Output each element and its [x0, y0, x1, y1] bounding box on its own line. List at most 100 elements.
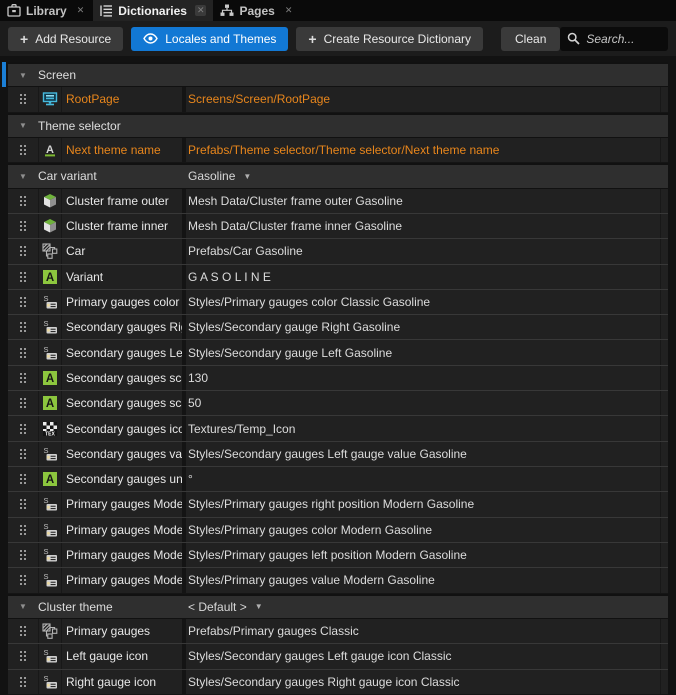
table-row[interactable]: ASecondary gauges un°	[8, 467, 668, 492]
drag-handle[interactable]	[8, 677, 38, 687]
resource-value[interactable]: 130	[182, 366, 660, 390]
resource-name: Secondary gauges sca	[62, 396, 182, 410]
section-header-cluster-theme[interactable]: ▼Cluster theme< Default >▼	[8, 594, 668, 619]
tab-label: Library	[26, 4, 67, 18]
table-row[interactable]: RootPageScreens/Screen/RootPage	[8, 87, 668, 112]
drag-handle[interactable]	[8, 373, 38, 383]
resource-name: Secondary gauges val	[62, 447, 182, 461]
table-row[interactable]: SPrimary gauges colorStyles/Primary gaug…	[8, 290, 668, 315]
collapse-triangle-icon[interactable]: ▼	[8, 121, 38, 130]
resource-value[interactable]: G A S O L I N E	[182, 265, 660, 289]
drag-handle[interactable]	[8, 145, 38, 155]
section-title: Theme selector	[38, 119, 121, 133]
table-row[interactable]: AVariantG A S O L I N E	[8, 265, 668, 290]
table-row[interactable]: S Left gauge iconStyles/Secondary gauges …	[8, 644, 668, 669]
drag-dots-icon	[20, 499, 26, 509]
string-icon: A	[38, 366, 62, 390]
drag-handle[interactable]	[8, 474, 38, 484]
resource-value[interactable]: Styles/Primary gauges left position Mode…	[182, 543, 660, 567]
table-row[interactable]: SRight gauge iconStyles/Secondary gauges…	[8, 670, 668, 695]
svg-text:S: S	[44, 294, 49, 303]
table-row[interactable]: SSecondary gauges LefStyles/Secondary ga…	[8, 340, 668, 365]
tab-library[interactable]: Library ✕	[0, 0, 93, 21]
resource-value[interactable]: °	[182, 467, 660, 491]
locales-themes-button[interactable]: Locales and Themes	[131, 27, 288, 51]
drag-handle[interactable]	[8, 424, 38, 434]
close-icon[interactable]: ✕	[195, 5, 207, 16]
collapse-triangle-icon[interactable]: ▼	[8, 172, 38, 181]
section-header-car-variant[interactable]: ▼Car variantGasoline▼	[8, 163, 668, 188]
resource-value[interactable]: Prefabs/Theme selector/Theme selector/Ne…	[182, 138, 660, 162]
drag-handle[interactable]	[8, 348, 38, 358]
drag-handle[interactable]	[8, 246, 38, 256]
collapse-triangle-icon[interactable]: ▼	[8, 602, 38, 611]
resource-value[interactable]: Mesh Data/Cluster frame inner Gasoline	[182, 214, 660, 238]
drag-handle[interactable]	[8, 94, 38, 104]
svg-text:TEX: TEX	[45, 431, 55, 436]
resource-value[interactable]: Styles/Secondary gauges Left gauge value…	[182, 442, 660, 466]
resource-value[interactable]: Styles/Primary gauges value Modern Gasol…	[182, 568, 660, 592]
string-icon: A	[38, 265, 62, 289]
add-resource-button[interactable]: + Add Resource	[8, 27, 123, 51]
table-row[interactable]: Cluster frame outerMesh Data/Cluster fra…	[8, 189, 668, 214]
style-icon: S	[38, 492, 62, 516]
drag-handle[interactable]	[8, 651, 38, 661]
resource-value[interactable]: Styles/Secondary gauges Left gauge icon …	[182, 644, 660, 668]
clean-button[interactable]: Clean	[501, 27, 560, 51]
table-row[interactable]: Primary gaugesPrefabs/Primary gauges Cla…	[8, 619, 668, 644]
table-row[interactable]: ANext theme namePrefabs/Theme selector/T…	[8, 138, 668, 163]
drag-handle[interactable]	[8, 550, 38, 560]
section-header-screen[interactable]: ▼Screen	[8, 62, 668, 87]
drag-handle[interactable]	[8, 322, 38, 332]
table-row[interactable]: ASecondary gauges sca130	[8, 366, 668, 391]
table-row[interactable]: TEXSecondary gauges icoTextures/Temp_Ico…	[8, 416, 668, 441]
drag-handle[interactable]	[8, 525, 38, 535]
table-row[interactable]: SSecondary gauges RigStyles/Secondary ga…	[8, 315, 668, 340]
resource-name: Left gauge icon	[62, 649, 182, 663]
close-icon[interactable]: ✕	[283, 5, 295, 16]
tab-pages[interactable]: Pages ✕	[213, 0, 301, 21]
resource-value[interactable]: 50	[182, 391, 660, 415]
section-dropdown[interactable]: < Default >▼	[182, 600, 263, 614]
drag-handle[interactable]	[8, 221, 38, 231]
resource-value[interactable]: Prefabs/Car Gasoline	[182, 239, 660, 263]
table-row[interactable]: ASecondary gauges sca50	[8, 391, 668, 416]
svg-text:S: S	[44, 674, 49, 683]
table-row[interactable]: CarPrefabs/Car Gasoline	[8, 239, 668, 264]
tab-dictionaries[interactable]: Dictionaries ✕	[93, 0, 213, 21]
resource-value[interactable]: Styles/Primary gauges color Modern Gasol…	[182, 518, 660, 542]
drag-handle[interactable]	[8, 297, 38, 307]
drag-handle[interactable]	[8, 272, 38, 282]
table-row[interactable]: SSecondary gauges valStyles/Secondary ga…	[8, 442, 668, 467]
resource-value[interactable]: Styles/Secondary gauge Left Gasoline	[182, 340, 660, 364]
table-row[interactable]: SPrimary gauges ModeStyles/Primary gauge…	[8, 518, 668, 543]
drag-handle[interactable]	[8, 499, 38, 509]
table-row[interactable]: SPrimary gauges ModeStyles/Primary gauge…	[8, 568, 668, 593]
search-box[interactable]	[560, 27, 668, 51]
create-resource-dictionary-button[interactable]: + Create Resource Dictionary	[296, 27, 483, 51]
drag-handle[interactable]	[8, 449, 38, 459]
section-header-theme-selector[interactable]: ▼Theme selector	[8, 113, 668, 138]
section-dropdown[interactable]: Gasoline▼	[182, 169, 251, 183]
resource-value[interactable]: Styles/Secondary gauges Right gauge icon…	[182, 670, 660, 694]
drag-handle[interactable]	[8, 575, 38, 585]
resource-value[interactable]: Textures/Temp_Icon	[182, 416, 660, 440]
resource-value[interactable]: Styles/Primary gauges right position Mod…	[182, 492, 660, 516]
close-icon[interactable]: ✕	[75, 5, 87, 16]
drag-handle[interactable]	[8, 398, 38, 408]
svg-text:S: S	[44, 648, 49, 657]
drag-handle[interactable]	[8, 196, 38, 206]
table-row[interactable]: SPrimary gauges ModeStyles/Primary gauge…	[8, 492, 668, 517]
resource-value[interactable]: Styles/Primary gauges color Classic Gaso…	[182, 290, 660, 314]
drag-handle[interactable]	[8, 626, 38, 636]
table-row[interactable]: SPrimary gauges ModeStyles/Primary gauge…	[8, 543, 668, 568]
resource-value[interactable]: Mesh Data/Cluster frame outer Gasoline	[182, 189, 660, 213]
row-end-cell	[660, 290, 668, 314]
resource-name: Primary gauges Mode	[62, 573, 182, 587]
resource-value[interactable]: Styles/Secondary gauge Right Gasoline	[182, 315, 660, 339]
collapse-triangle-icon[interactable]: ▼	[8, 71, 38, 80]
resource-value[interactable]: Screens/Screen/RootPage	[182, 87, 660, 111]
resource-value[interactable]: Prefabs/Primary gauges Classic	[182, 619, 660, 643]
search-input[interactable]	[586, 32, 661, 46]
table-row[interactable]: Cluster frame innerMesh Data/Cluster fra…	[8, 214, 668, 239]
